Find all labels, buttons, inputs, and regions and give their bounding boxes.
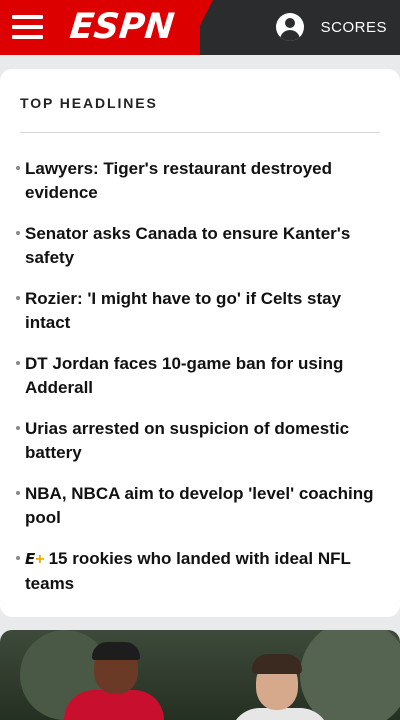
headlines-list: Lawyers: Tiger's restaurant destroyed ev… bbox=[0, 157, 400, 612]
headline-link[interactable]: NBA, NBCA aim to develop 'level' coachin… bbox=[25, 482, 380, 530]
top-navigation-bar: ESPN SCORES bbox=[0, 0, 400, 55]
bullet-icon bbox=[16, 166, 20, 170]
headline-link[interactable]: DT Jordan faces 10-game ban for using Ad… bbox=[25, 352, 380, 400]
golfer-cap bbox=[92, 642, 140, 660]
headline-item[interactable]: Lawyers: Tiger's restaurant destroyed ev… bbox=[0, 157, 400, 222]
headline-item[interactable]: Urias arrested on suspicion of domestic … bbox=[0, 417, 400, 482]
headline-item[interactable]: Rozier: 'I might have to go' if Celts st… bbox=[0, 287, 400, 352]
featured-story-image[interactable] bbox=[0, 630, 400, 720]
bullet-icon bbox=[16, 361, 20, 365]
headline-link[interactable]: Senator asks Canada to ensure Kanter's s… bbox=[25, 222, 380, 270]
brand-red-slant bbox=[185, 0, 213, 55]
top-headlines-card: TOP HEADLINES Lawyers: Tiger's restauran… bbox=[0, 69, 400, 617]
headline-link[interactable]: Lawyers: Tiger's restaurant destroyed ev… bbox=[25, 157, 380, 205]
espn-logo[interactable]: ESPN bbox=[68, 5, 177, 49]
section-title: TOP HEADLINES bbox=[20, 95, 158, 111]
hamburger-menu-icon[interactable] bbox=[12, 14, 43, 40]
headline-link[interactable]: Urias arrested on suspicion of domestic … bbox=[25, 417, 380, 465]
bullet-icon bbox=[16, 231, 20, 235]
headline-text: 15 rookies who landed with ideal NFL tea… bbox=[25, 549, 351, 593]
headline-link[interactable]: Rozier: 'I might have to go' if Celts st… bbox=[25, 287, 380, 335]
headline-item[interactable]: DT Jordan faces 10-game ban for using Ad… bbox=[0, 352, 400, 417]
espn-plus-icon: E+ bbox=[25, 550, 45, 568]
headline-item[interactable]: NBA, NBCA aim to develop 'level' coachin… bbox=[0, 482, 400, 547]
bullet-icon bbox=[16, 426, 20, 430]
scores-link[interactable]: SCORES bbox=[321, 19, 387, 36]
bullet-icon bbox=[16, 556, 20, 560]
user-profile-icon[interactable] bbox=[276, 13, 304, 41]
headline-link[interactable]: E+ 15 rookies who landed with ideal NFL t… bbox=[25, 547, 380, 596]
headline-item[interactable]: Senator asks Canada to ensure Kanter's s… bbox=[0, 222, 400, 287]
section-divider bbox=[20, 132, 380, 133]
golfer-red-shirt bbox=[64, 690, 164, 720]
bullet-icon bbox=[16, 491, 20, 495]
headline-item[interactable]: E+ 15 rookies who landed with ideal NFL t… bbox=[0, 547, 400, 612]
bullet-icon bbox=[16, 296, 20, 300]
